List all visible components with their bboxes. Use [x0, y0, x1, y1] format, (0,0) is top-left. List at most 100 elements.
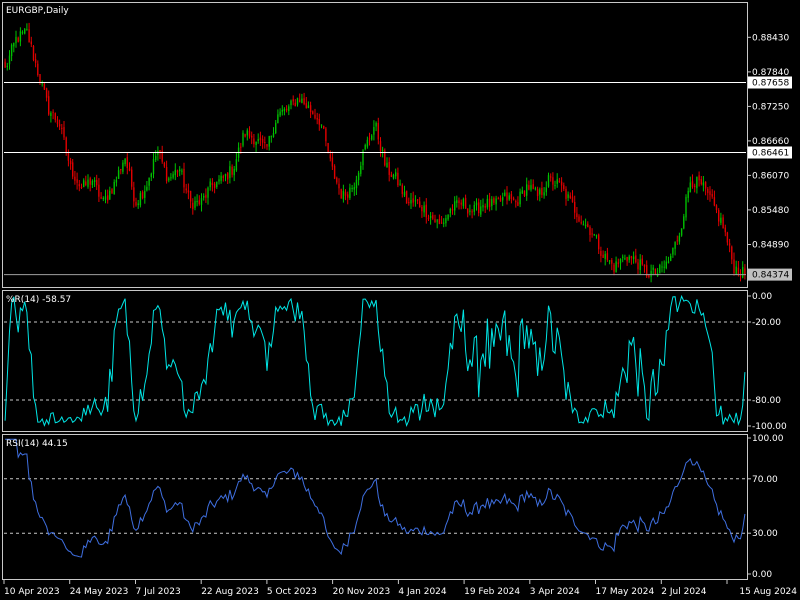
candle-body — [187, 190, 190, 193]
williams-tick-label: -20.00 — [752, 318, 781, 328]
candle-body — [401, 185, 403, 194]
main-panel-frame — [2, 2, 748, 288]
candle-body — [6, 65, 8, 67]
candle-body — [272, 133, 275, 137]
candle-body — [495, 198, 497, 205]
candle-body — [218, 179, 220, 182]
candle-body — [467, 208, 469, 214]
candle-body — [451, 208, 454, 211]
candle-body — [54, 113, 56, 120]
candle-body — [353, 187, 355, 190]
candle-body — [231, 166, 233, 175]
candle-body — [259, 137, 262, 140]
candle-body — [373, 127, 375, 135]
candle-body — [189, 190, 192, 202]
time-tick-label: 4 Jan 2024 — [398, 587, 446, 597]
candle-body — [331, 157, 334, 167]
candle-body — [141, 191, 144, 199]
candle-body — [203, 196, 205, 198]
candle-body — [200, 198, 203, 205]
candle-body — [713, 197, 716, 206]
candle-body — [731, 246, 733, 260]
candle-body — [427, 217, 430, 219]
candle-body — [104, 196, 107, 200]
candle-body — [69, 160, 72, 165]
price-tick-label: 0.84890 — [752, 241, 789, 251]
candle-body — [307, 105, 310, 108]
candle-body — [416, 199, 419, 201]
candle-body — [606, 253, 609, 260]
candle-body — [504, 192, 506, 196]
williams-tick-label: -80.00 — [752, 396, 781, 406]
candle-body — [700, 179, 702, 185]
time-tick-label: 3 Apr 2024 — [530, 587, 580, 597]
candle-body — [312, 111, 314, 115]
candle-body — [17, 37, 19, 42]
main-panel-title: EURGBP,Daily — [6, 6, 69, 16]
candle-body — [447, 214, 449, 220]
candle-body — [552, 177, 554, 185]
candle-body — [604, 253, 606, 259]
candle-body — [255, 141, 257, 145]
candle-body — [663, 266, 665, 268]
candle-body — [43, 83, 46, 90]
candle-body — [205, 194, 207, 198]
candle-body — [480, 206, 482, 215]
williams-plot — [4, 294, 746, 428]
candle-body — [473, 205, 475, 212]
candle-body — [170, 177, 172, 179]
candle-body — [560, 181, 563, 186]
candle-body — [128, 168, 131, 171]
candle-body — [98, 184, 100, 197]
candle-body — [336, 177, 338, 183]
candle-body — [83, 180, 85, 187]
candle-body — [519, 191, 521, 205]
candle-body — [349, 187, 351, 198]
candle-body — [554, 185, 556, 187]
candle-body — [377, 123, 379, 140]
candle-body — [632, 256, 635, 260]
candle-body — [61, 127, 63, 129]
rsi-panel-frame — [2, 434, 748, 580]
candle-body — [587, 223, 589, 228]
candle-body — [456, 200, 458, 203]
candle-body — [24, 29, 26, 34]
candle-body — [685, 196, 687, 218]
candle-body — [434, 219, 436, 223]
candle-body — [475, 202, 478, 206]
candle-body — [63, 127, 65, 138]
candle-body — [74, 176, 76, 181]
level-price-label: 0.86461 — [752, 149, 789, 159]
candle-body — [165, 167, 168, 182]
candle-body — [584, 224, 587, 226]
candle-body — [246, 130, 248, 136]
time-tick-label: 10 Apr 2023 — [4, 587, 60, 597]
price-tick-label: 0.87250 — [752, 102, 789, 112]
candle-body — [639, 259, 641, 270]
candle-body — [735, 266, 737, 275]
candle-body — [333, 165, 336, 179]
candle-body — [56, 119, 59, 125]
candle-body — [233, 168, 235, 176]
rsi-plot — [4, 438, 746, 558]
candle-body — [224, 174, 227, 177]
candle-body — [227, 172, 229, 180]
candle-body — [294, 102, 296, 107]
candle-body — [371, 135, 373, 140]
candle-body — [392, 175, 395, 179]
williams-axis: 0.00 -20.00 -80.00 -100.00 — [747, 292, 787, 432]
candle-body — [13, 42, 15, 47]
candle-body — [432, 215, 434, 219]
candle-body — [696, 176, 698, 189]
candle-body — [443, 222, 445, 224]
candle-body — [728, 243, 731, 246]
time-tick-label: 24 May 2023 — [70, 587, 129, 597]
candle-body — [665, 261, 667, 269]
candle-body — [539, 189, 541, 195]
candle-body — [347, 194, 349, 198]
candle-body — [550, 176, 552, 178]
candle-body — [574, 202, 576, 213]
candle-body — [419, 201, 421, 208]
candle-body — [30, 41, 32, 45]
candle-body — [316, 118, 318, 120]
